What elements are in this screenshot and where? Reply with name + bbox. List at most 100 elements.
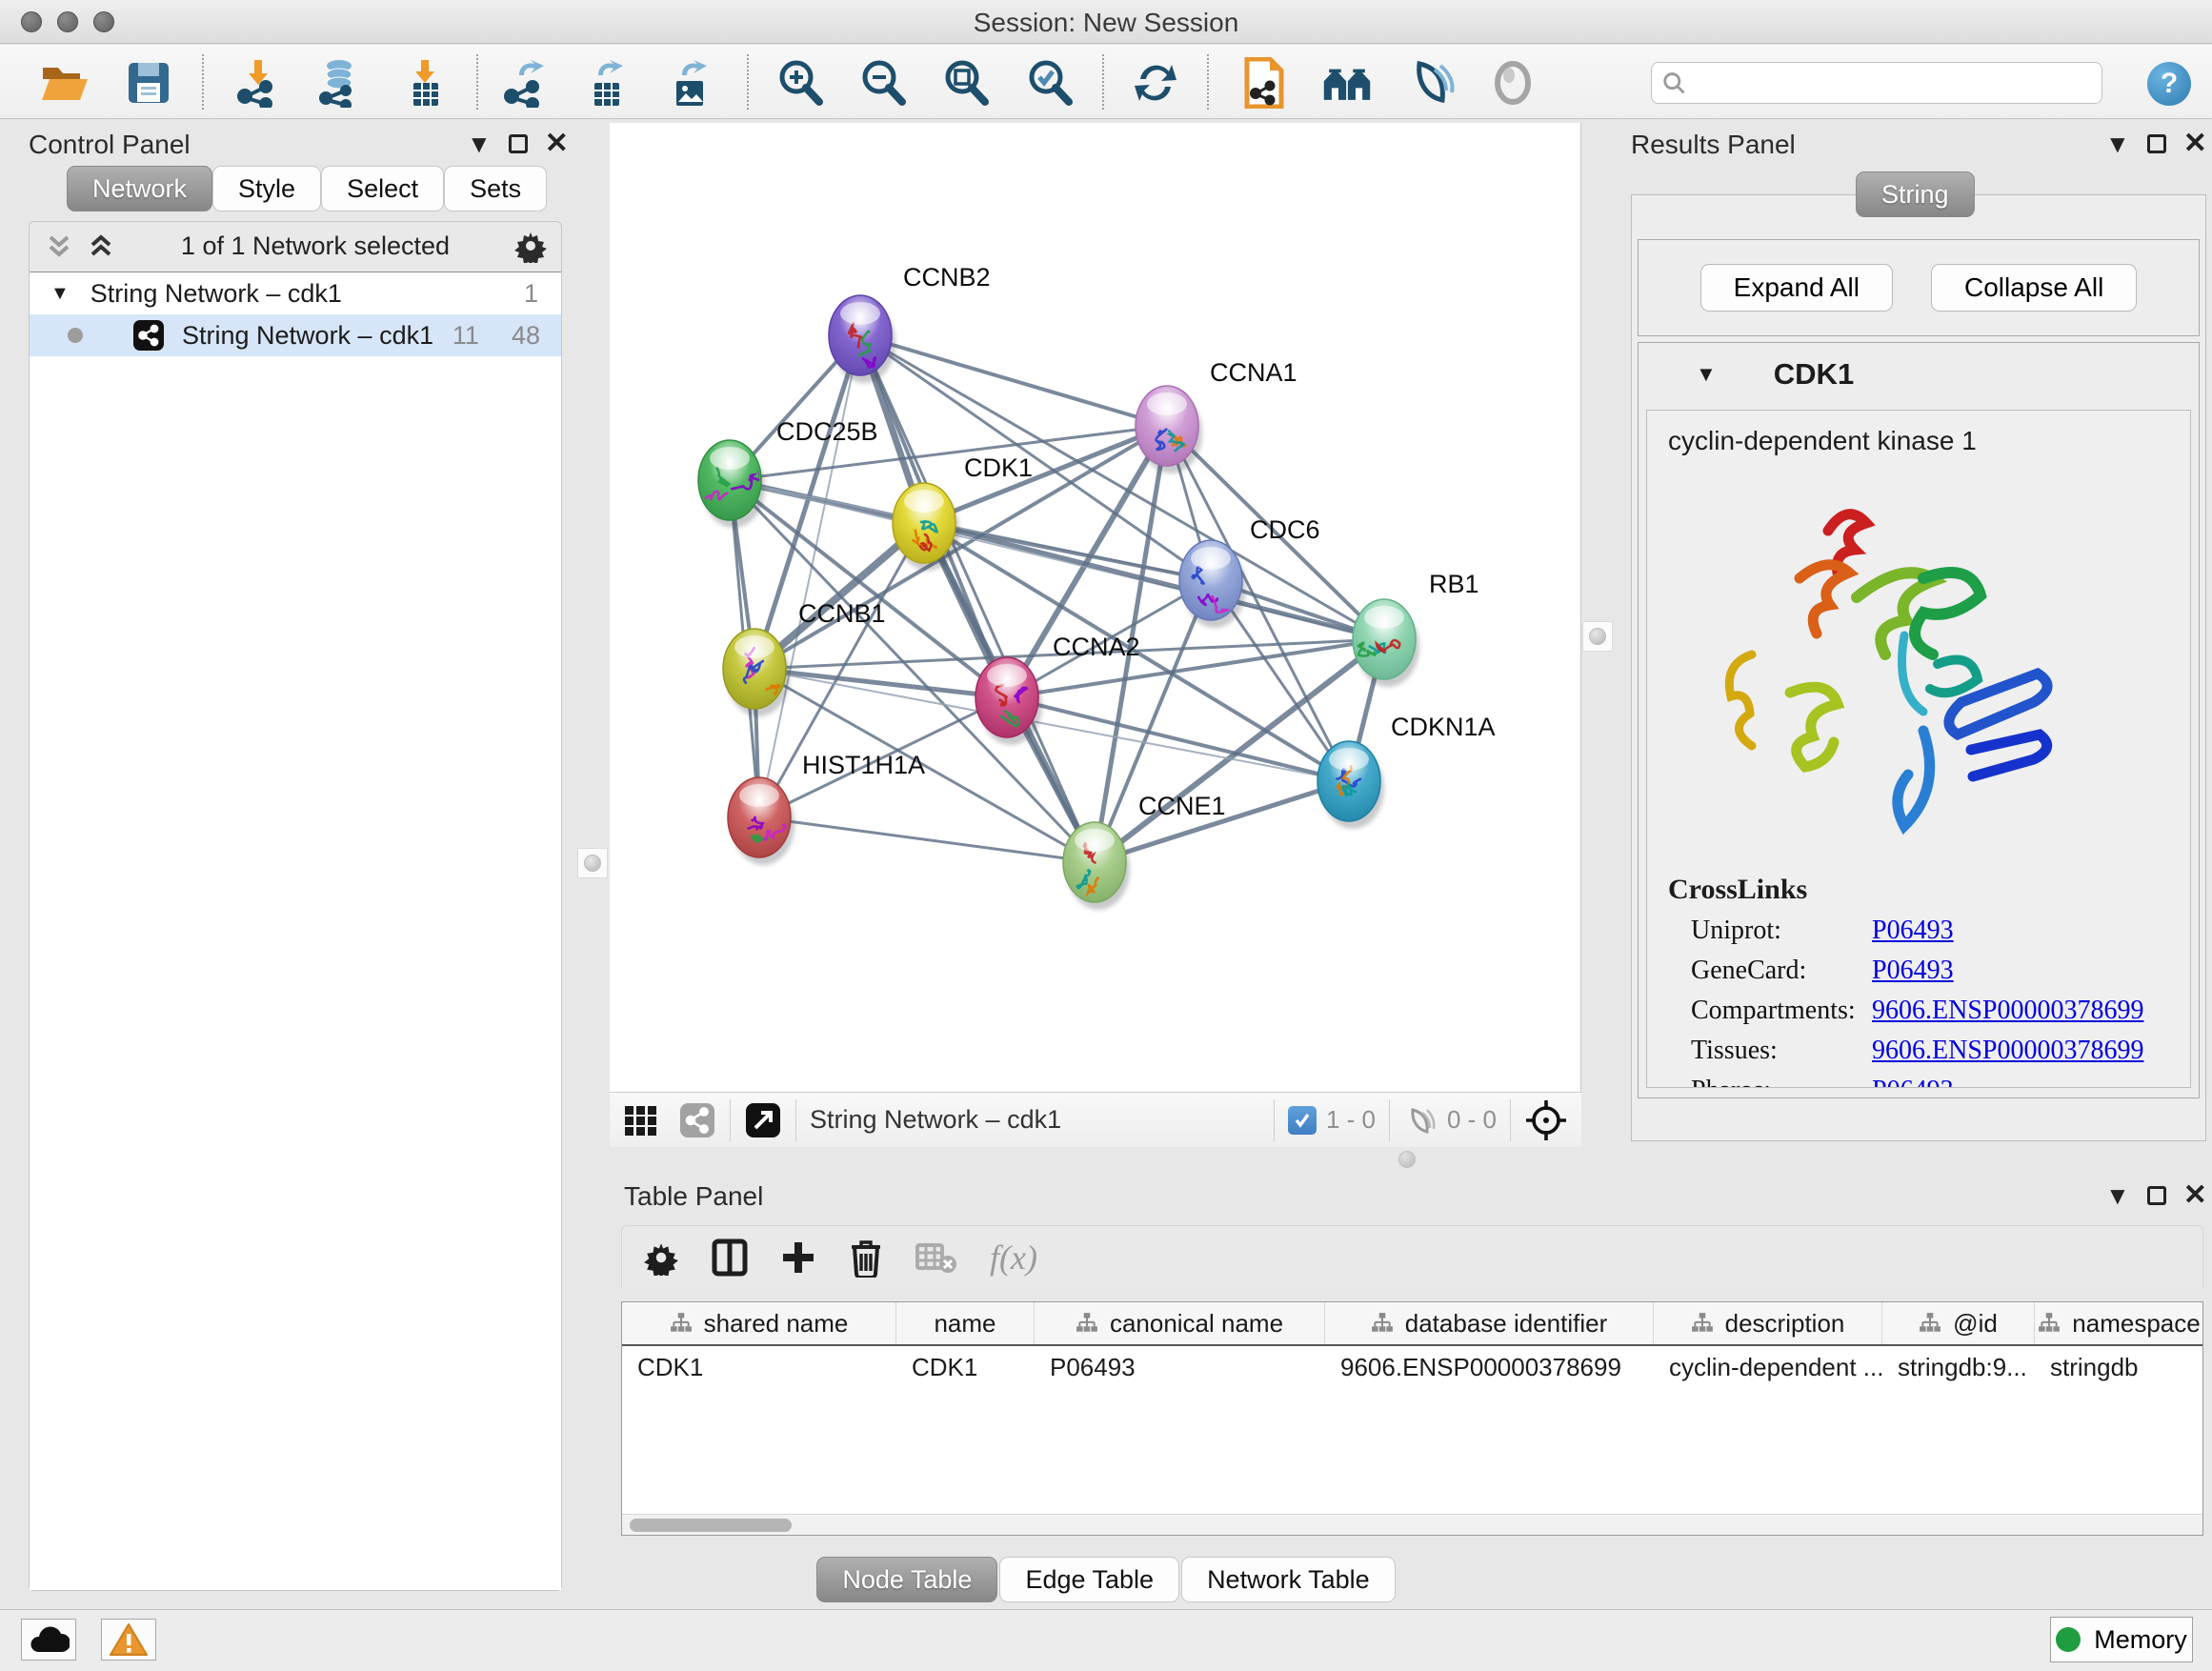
export-network-icon[interactable] — [500, 58, 550, 108]
show-all-icon[interactable] — [1488, 58, 1538, 108]
tab-style[interactable]: Style — [212, 166, 321, 211]
table-cell[interactable]: P06493 — [1035, 1346, 1325, 1388]
tab-sets[interactable]: Sets — [444, 166, 547, 211]
node-CCNA1[interactable]: CCNA1 — [1136, 358, 1297, 473]
export-table-icon[interactable] — [581, 58, 631, 108]
table-cell[interactable]: CDK1 — [896, 1346, 1035, 1388]
add-column-icon[interactable] — [780, 1238, 816, 1277]
import-table-icon[interactable] — [400, 58, 450, 108]
import-network-database-icon[interactable] — [314, 58, 364, 108]
crosslink-link[interactable]: P06493 — [1872, 916, 1954, 946]
node-CDKN1A[interactable]: CDKN1A — [1317, 713, 1496, 829]
delete-table-icon[interactable] — [915, 1241, 957, 1274]
crosslink-link[interactable]: P06493 — [1872, 956, 1954, 986]
gene-section-expander-icon[interactable]: ▼ — [1696, 362, 1717, 387]
warning-icon[interactable] — [101, 1619, 156, 1661]
edge-h1-e1[interactable] — [759, 817, 1095, 862]
tab-network[interactable]: Network — [67, 166, 212, 211]
search-field[interactable] — [1651, 62, 2102, 104]
collapse-all-button[interactable]: Collapse All — [1931, 264, 2137, 312]
column-header-name[interactable]: name — [896, 1302, 1035, 1344]
column-header-description[interactable]: description — [1654, 1302, 1882, 1344]
column-header-canonical-name[interactable]: canonical name — [1035, 1302, 1325, 1344]
results-panel-menu-icon[interactable]: ▼ — [2105, 131, 2130, 156]
scrollbar-thumb[interactable] — [630, 1519, 792, 1532]
crosslink-link[interactable]: P06493 — [1872, 1076, 1954, 1088]
birdseye-crosshair-icon[interactable] — [1524, 1098, 1568, 1142]
edge-b2-e1[interactable] — [860, 335, 1095, 862]
zoom-selected-icon[interactable] — [1025, 58, 1075, 108]
open-session-icon[interactable] — [40, 58, 90, 108]
cloud-icon[interactable] — [21, 1619, 76, 1661]
collapse-all-icon[interactable] — [43, 230, 75, 262]
results-panel-float-icon[interactable] — [2147, 134, 2166, 153]
network-collection-row[interactable]: ▼ String Network – cdk1 1 — [30, 272, 561, 314]
results-panel-close-icon[interactable]: ✕ — [2183, 130, 2207, 158]
zoom-in-icon[interactable] — [775, 58, 825, 108]
column-header-namespace[interactable]: namespace — [2035, 1302, 2203, 1344]
tab-string[interactable]: String — [1856, 171, 1975, 217]
column-header--id[interactable]: @id — [1882, 1302, 2035, 1344]
gear-icon[interactable] — [513, 229, 548, 263]
tab-network-table[interactable]: Network Table — [1181, 1557, 1396, 1602]
node-CCNE1[interactable]: CCNE1 — [1063, 792, 1226, 910]
table-row[interactable]: CDK1CDK1P064939606.ENSP00000378699cyclin… — [622, 1346, 2202, 1388]
control-panel-close-icon[interactable]: ✕ — [545, 130, 569, 158]
bottom-splitter-handle[interactable] — [1398, 1151, 1416, 1168]
node-label: CCNB1 — [798, 599, 886, 628]
import-network-file-icon[interactable] — [233, 58, 283, 108]
edge-b2-h1[interactable] — [759, 335, 860, 817]
table-cell[interactable]: stringdb:9... — [1882, 1346, 2035, 1388]
network-row[interactable]: String Network – cdk1 11 48 — [30, 314, 561, 356]
export-image-icon[interactable] — [665, 58, 714, 108]
control-panel-menu-icon[interactable]: ▼ — [467, 131, 492, 156]
table-panel-close-icon[interactable]: ✕ — [2183, 1181, 2207, 1210]
edge-a2-kn[interactable] — [1007, 697, 1349, 781]
table-panel-float-icon[interactable] — [2147, 1186, 2166, 1205]
columns-icon[interactable] — [712, 1238, 748, 1277]
crosslink-link[interactable]: 9606.ENSP00000378699 — [1872, 1036, 2143, 1066]
column-header-database-identifier[interactable]: database identifier — [1325, 1302, 1654, 1344]
table-cell[interactable]: 9606.ENSP00000378699 — [1325, 1346, 1654, 1388]
network-canvas[interactable]: CCNB2CCNA1CDC25BCDK1CDC6RB1CCNB1CCNA2CDK… — [610, 123, 1581, 1092]
memory-button[interactable]: Memory — [2050, 1617, 2193, 1662]
zoom-out-icon[interactable] — [858, 58, 908, 108]
control-panel-float-icon[interactable] — [509, 134, 528, 153]
table-body: CDK1CDK1P064939606.ENSP00000378699cyclin… — [622, 1346, 2202, 1388]
table-panel-menu-icon[interactable]: ▼ — [2105, 1183, 2130, 1208]
help-icon[interactable]: ? — [2147, 62, 2191, 106]
node-RB1[interactable]: RB1 — [1353, 570, 1479, 687]
table-horizontal-scrollbar[interactable] — [622, 1514, 2202, 1535]
selected-checkbox[interactable] — [1288, 1106, 1317, 1135]
column-header-shared-name[interactable]: shared name — [622, 1302, 896, 1344]
zoom-fit-icon[interactable] — [941, 58, 991, 108]
tab-select[interactable]: Select — [321, 166, 444, 211]
first-neighbors-icon[interactable] — [1322, 58, 1372, 108]
crosslink-row: Pharos:P06493 — [1691, 1076, 2190, 1088]
edge-b2-a1[interactable] — [860, 335, 1167, 426]
share-view-icon[interactable] — [678, 1101, 716, 1139]
tab-edge-table[interactable]: Edge Table — [999, 1557, 1179, 1602]
table-cell[interactable]: CDK1 — [622, 1346, 896, 1388]
function-builder-icon[interactable]: f(x) — [990, 1238, 1037, 1278]
open-external-icon[interactable] — [744, 1101, 782, 1139]
tab-node-table[interactable]: Node Table — [816, 1557, 997, 1602]
collection-expander-icon[interactable]: ▼ — [50, 283, 70, 305]
table-cell[interactable]: stringdb — [2035, 1346, 2203, 1388]
delete-icon[interactable] — [849, 1238, 883, 1278]
table-cell[interactable]: cyclin-dependent ... — [1654, 1346, 1882, 1388]
right-splitter-handle[interactable] — [1582, 621, 1613, 652]
grid-view-icon[interactable] — [623, 1104, 663, 1137]
gear-icon[interactable] — [643, 1239, 679, 1276]
table-toolbar: f(x) — [621, 1225, 2203, 1288]
crosslink-link[interactable]: 9606.ENSP00000378699 — [1872, 996, 2143, 1026]
left-splitter-handle[interactable] — [577, 848, 608, 878]
save-session-icon[interactable] — [124, 58, 173, 108]
import-file-network-icon[interactable] — [1238, 58, 1288, 108]
expand-all-button[interactable]: Expand All — [1700, 264, 1893, 312]
hide-selected-icon[interactable] — [1406, 58, 1456, 108]
expand-all-icon[interactable] — [85, 230, 117, 262]
refresh-icon[interactable] — [1131, 58, 1180, 108]
search-input[interactable] — [1686, 69, 2092, 98]
string-results-panel: Expand All Collapse All ▼ CDK1 cyclin-de… — [1631, 194, 2206, 1141]
